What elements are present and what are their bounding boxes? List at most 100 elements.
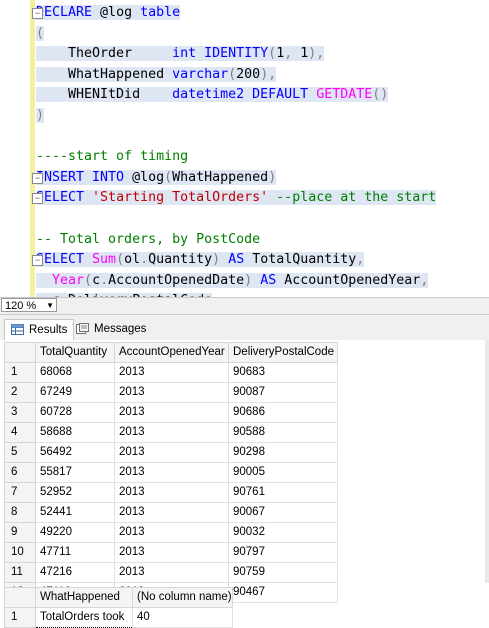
table-row[interactable]: 10 47711 2013 90797 (4, 542, 338, 563)
table-cell[interactable]: 52952 (35, 482, 115, 503)
table-cell[interactable]: 2013 (114, 562, 229, 583)
table-cell[interactable]: 90588 (228, 422, 338, 443)
results-scrollbar[interactable] (485, 340, 489, 583)
table-row[interactable]: 11 47216 2013 90759 (4, 562, 338, 583)
collapse-icon[interactable]: − (32, 193, 43, 205)
collapse-icon[interactable]: − (32, 255, 43, 267)
table-cell[interactable]: 90298 (228, 442, 338, 463)
tab-messages[interactable]: Messages (70, 319, 152, 339)
table-row[interactable]: 1 TotalOrders took 40 (4, 607, 233, 628)
row-number[interactable]: 4 (4, 422, 36, 443)
column-header[interactable]: (No column name) (132, 587, 233, 608)
code-line[interactable]: -- Total orders, by PostCode (36, 230, 260, 250)
column-header[interactable]: DeliveryPostalCode (228, 342, 338, 363)
table-cell[interactable]: 55817 (35, 462, 115, 483)
collapse-icon[interactable]: − (32, 172, 43, 184)
table-cell[interactable]: 2013 (114, 502, 229, 523)
table-cell[interactable]: 68068 (35, 362, 115, 383)
table-row[interactable]: 5 56492 2013 90298 (4, 442, 338, 463)
table-row[interactable]: 4 58688 2013 90588 (4, 422, 338, 443)
row-number-header[interactable] (4, 342, 36, 363)
table-cell[interactable]: 90087 (228, 382, 338, 403)
table-cell[interactable]: 49220 (35, 522, 115, 543)
table-row[interactable]: 3 60728 2013 90686 (4, 402, 338, 423)
table-cell[interactable]: 52441 (35, 502, 115, 523)
table-cell[interactable]: 40 (132, 607, 233, 628)
code-line[interactable]: SELECT Sum(ol.Quantity) AS TotalQuantity… (36, 250, 365, 270)
code-token: . (140, 252, 149, 268)
row-number[interactable]: 7 (4, 482, 36, 503)
code-line[interactable]: DECLARE @log table (36, 3, 181, 23)
table-cell[interactable]: 56492 (35, 442, 115, 463)
table-cell[interactable]: 90759 (228, 562, 338, 583)
row-number[interactable]: 5 (4, 442, 36, 463)
row-number-header[interactable] (4, 587, 36, 608)
table-row[interactable]: 7 52952 2013 90761 (4, 482, 338, 503)
messages-icon (76, 323, 89, 334)
code-token: c (92, 272, 101, 288)
results-grid-2[interactable]: WhatHappened (No column name) 1 TotalOrde… (4, 587, 233, 628)
table-cell[interactable]: 90797 (228, 542, 338, 563)
table-cell[interactable]: 2013 (114, 482, 229, 503)
row-number[interactable]: 9 (4, 522, 36, 543)
code-line[interactable]: Year(c.AccountOpenedDate) AS AccountOpen… (36, 271, 429, 291)
table-cell[interactable]: 2013 (114, 362, 229, 383)
collapse-icon[interactable]: − (32, 8, 43, 19)
tab-results[interactable]: Results (4, 319, 75, 340)
code-token: Quantity (148, 252, 213, 268)
zoom-dropdown[interactable]: 120 % ▼ (1, 298, 57, 312)
table-cell[interactable]: 2013 (114, 522, 229, 543)
row-number[interactable]: 10 (4, 542, 36, 563)
table-row[interactable]: 9 49220 2013 90032 (4, 522, 338, 543)
row-number[interactable]: 2 (4, 382, 36, 403)
results-pane[interactable]: TotalQuantity AccountOpenedYear Delivery… (0, 340, 489, 628)
table-cell[interactable]: 2013 (114, 382, 229, 403)
table-cell[interactable]: 90005 (228, 462, 338, 483)
table-cell[interactable]: 2013 (114, 402, 229, 423)
table-cell[interactable]: 2013 (114, 442, 229, 463)
row-number[interactable]: 3 (4, 402, 36, 423)
column-header[interactable]: TotalQuantity (35, 342, 115, 363)
results-grid-1[interactable]: TotalQuantity AccountOpenedYear Delivery… (4, 342, 338, 603)
table-cell[interactable]: 90032 (228, 522, 338, 543)
code-token: , (284, 46, 301, 62)
table-cell[interactable]: 90683 (228, 362, 338, 383)
code-line[interactable]: ( (36, 24, 45, 44)
table-cell[interactable]: 2013 (114, 542, 229, 563)
table-cell[interactable]: 90467 (228, 582, 338, 603)
sql-editor[interactable]: DECLARE @log table ( TheOrder int IDENTIT… (0, 0, 489, 297)
column-header[interactable]: AccountOpenedYear (114, 342, 229, 363)
column-header[interactable]: WhatHappened (35, 587, 133, 608)
table-row[interactable]: 1 68068 2013 90683 (4, 362, 338, 383)
code-token: ( (164, 169, 173, 185)
table-row[interactable]: 2 67249 2013 90087 (4, 382, 338, 403)
row-number[interactable]: 8 (4, 502, 36, 523)
table-cell[interactable]: 90067 (228, 502, 338, 523)
row-number[interactable]: 11 (4, 562, 36, 583)
table-cell[interactable]: 90761 (228, 482, 338, 503)
code-line-content: DECLARE @log table (36, 5, 181, 20)
table-row[interactable]: 6 55817 2013 90005 (4, 462, 338, 483)
table-cell[interactable]: 2013 (114, 462, 229, 483)
table-cell[interactable]: TotalOrders took (35, 607, 133, 628)
table-cell[interactable]: 47711 (35, 542, 115, 563)
row-number[interactable]: 1 (4, 362, 36, 383)
table-cell[interactable]: 60728 (35, 402, 115, 423)
row-number[interactable]: 1 (4, 607, 36, 628)
code-line[interactable]: SELECT 'Starting TotalOrders' --place at… (36, 188, 437, 208)
table-cell[interactable]: 47216 (35, 562, 115, 583)
code-line[interactable]: WHENItDid datetime2 DEFAULT GETDATE() (36, 85, 389, 105)
table-cell[interactable]: 2013 (114, 422, 229, 443)
table-cell[interactable]: 58688 (35, 422, 115, 443)
code-token: WhatHappened (172, 169, 269, 185)
code-line[interactable]: WhatHappened varchar(200), (36, 65, 277, 85)
code-token: , (356, 252, 365, 268)
table-cell[interactable]: 90686 (228, 402, 338, 423)
code-line[interactable]: INSERT INTO @log(WhatHappened) (36, 168, 277, 188)
code-line[interactable]: ) (36, 106, 45, 126)
table-row[interactable]: 8 52441 2013 90067 (4, 502, 338, 523)
table-cell[interactable]: 67249 (35, 382, 115, 403)
row-number[interactable]: 6 (4, 462, 36, 483)
code-line[interactable]: ----start of timing (36, 147, 188, 167)
code-line[interactable]: TheOrder int IDENTITY(1, 1), (36, 44, 325, 64)
